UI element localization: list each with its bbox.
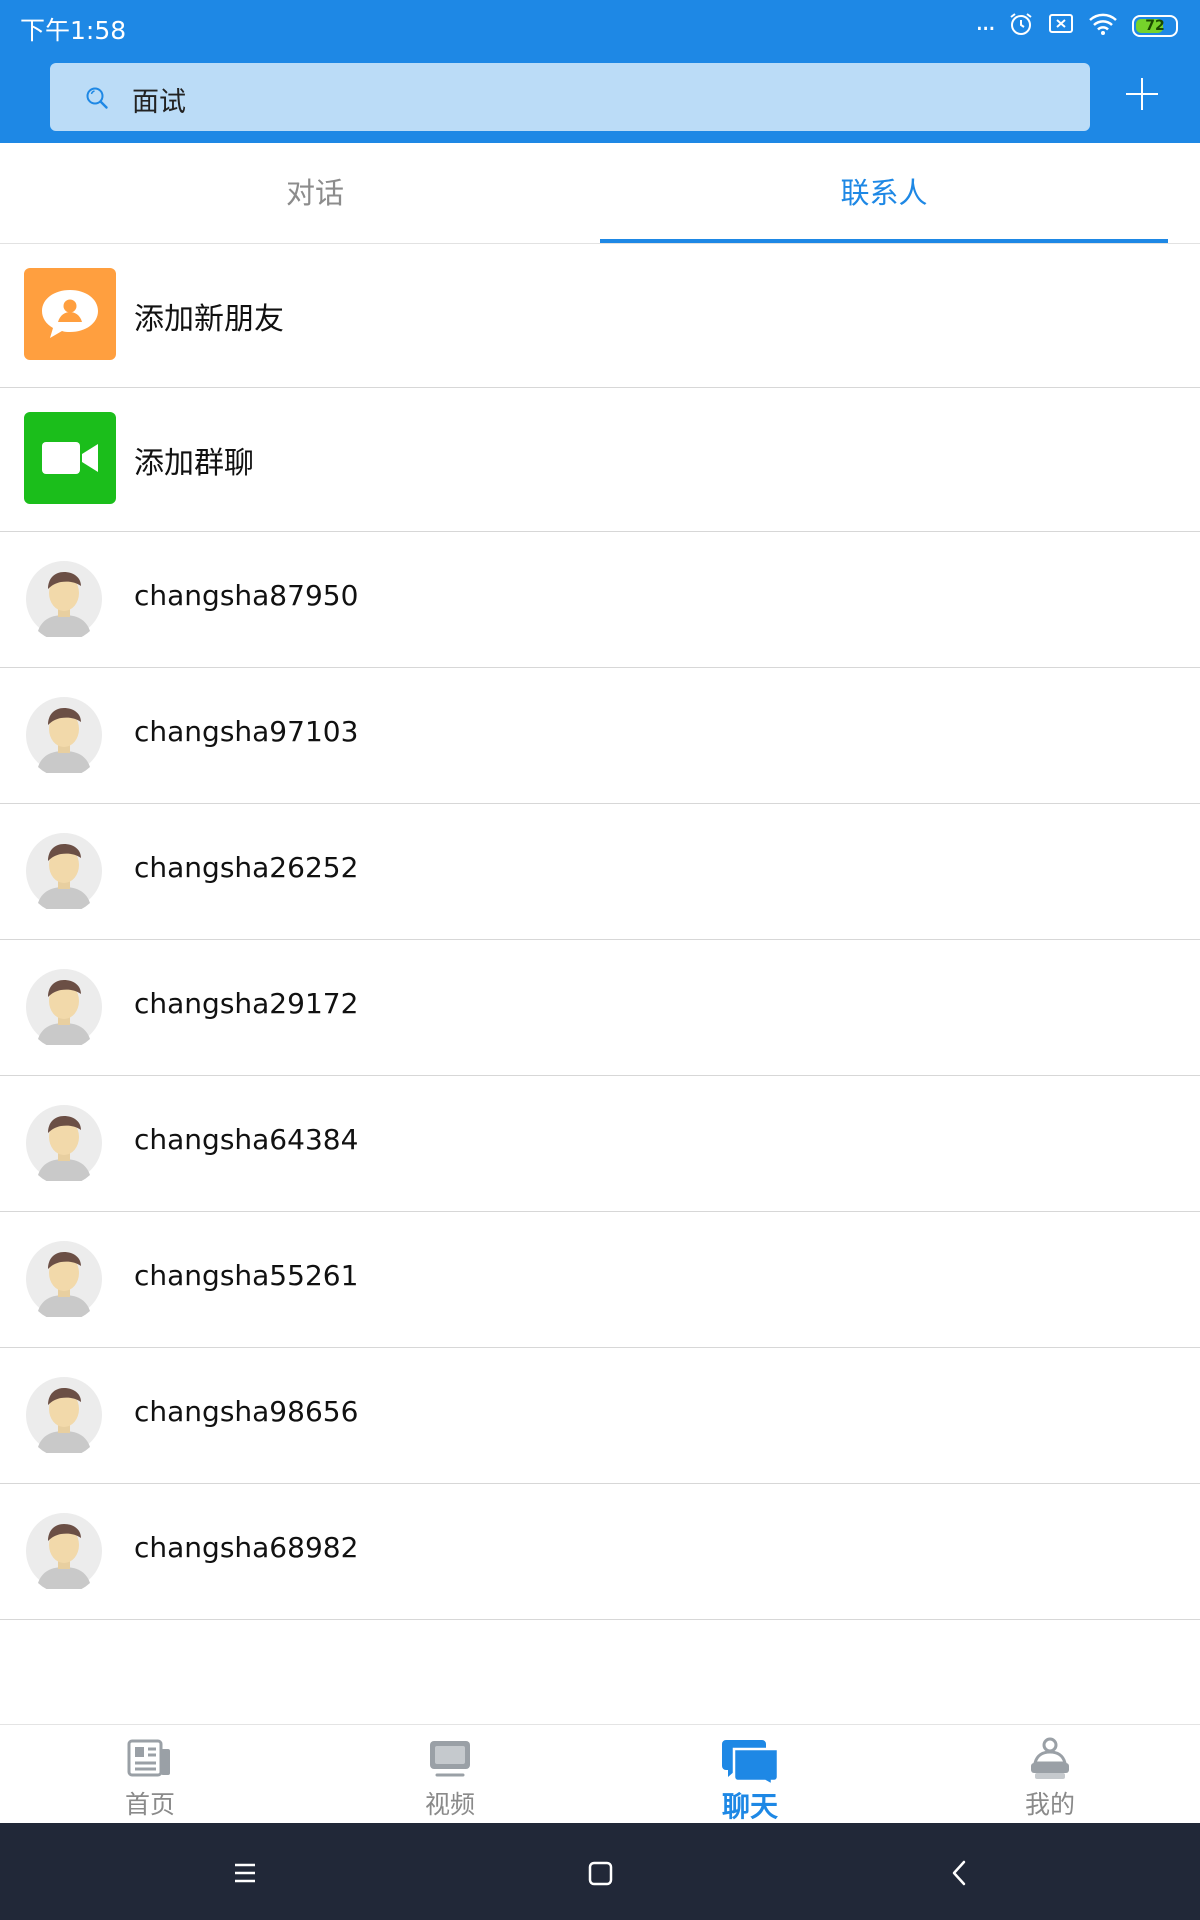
- app-header: 下午1:58 ... 72 面试: [0, 0, 1200, 143]
- battery-icon: 72: [1132, 15, 1178, 37]
- nav-home[interactable]: 首页: [0, 1725, 300, 1824]
- video-screen-icon: [300, 1737, 600, 1783]
- profile-icon: [900, 1737, 1200, 1783]
- add-group-chat-row[interactable]: 添加群聊: [0, 388, 1200, 532]
- contact-rows: changsha87950 changsha97103 changsha26252 c…: [0, 532, 1200, 1620]
- video-camera-icon: [24, 412, 116, 504]
- contact-row[interactable]: changsha29172: [0, 940, 1200, 1076]
- search-icon: [84, 85, 110, 115]
- nav-chat[interactable]: 聊天: [600, 1725, 900, 1824]
- search-input[interactable]: 面试: [132, 80, 186, 119]
- status-icons: ... 72: [975, 7, 1178, 41]
- avatar: [26, 1513, 102, 1594]
- back-icon[interactable]: [940, 1853, 980, 1893]
- nav-profile[interactable]: 我的: [900, 1725, 1200, 1824]
- add-group-chat-label: 添加群聊: [134, 446, 254, 481]
- avatar: [26, 969, 102, 1050]
- contact-name: changsha98656: [134, 1395, 359, 1428]
- status-time: 下午1:58: [20, 16, 127, 45]
- contact-name: changsha64384: [134, 1123, 359, 1156]
- tab-active-indicator: [600, 239, 1168, 243]
- contact-name: changsha68982: [134, 1531, 359, 1564]
- status-bar: 下午1:58 ... 72: [0, 0, 1200, 52]
- plus-icon[interactable]: [1126, 78, 1158, 110]
- avatar: [26, 1377, 102, 1458]
- contact-name: changsha55261: [134, 1259, 359, 1292]
- nav-home-label: 首页: [124, 1790, 175, 1819]
- avatar: [26, 1105, 102, 1186]
- more-notifications-icon: ...: [975, 7, 996, 37]
- nav-profile-label: 我的: [1024, 1790, 1075, 1819]
- add-friend-row[interactable]: 添加新朋友: [0, 244, 1200, 388]
- contact-name: changsha26252: [134, 851, 359, 884]
- contact-row[interactable]: changsha98656: [0, 1348, 1200, 1484]
- contact-row[interactable]: changsha64384: [0, 1076, 1200, 1212]
- nav-video[interactable]: 视频: [300, 1725, 600, 1824]
- avatar: [26, 1241, 102, 1322]
- avatar: [26, 697, 102, 778]
- contact-list: 添加新朋友 添加群聊 changsha87950 changsha97103 cha…: [0, 244, 1200, 1620]
- alarm-icon: [1008, 11, 1034, 41]
- add-friend-icon: [24, 268, 116, 360]
- nav-chat-label: 聊天: [721, 1790, 778, 1823]
- nav-video-label: 视频: [424, 1790, 475, 1819]
- search-bar[interactable]: 面试: [50, 63, 1090, 131]
- battery-level: 72: [1145, 18, 1165, 34]
- sim-off-icon: [1048, 12, 1074, 40]
- avatar: [26, 561, 102, 642]
- tab-conversations[interactable]: 对话: [0, 143, 630, 243]
- contact-row[interactable]: changsha68982: [0, 1484, 1200, 1620]
- chat-bubble-icon: [600, 1737, 900, 1785]
- tab-bar: 对话 联系人: [0, 143, 1200, 244]
- avatar: [26, 833, 102, 914]
- bottom-nav: 首页 视频 聊天 我的: [0, 1724, 1200, 1824]
- wifi-icon: [1088, 12, 1118, 40]
- add-friend-label: 添加新朋友: [134, 302, 284, 337]
- contact-name: changsha87950: [134, 579, 359, 612]
- home-newspaper-icon: [0, 1737, 300, 1783]
- system-nav-bar: [0, 1823, 1200, 1920]
- contact-row[interactable]: changsha97103: [0, 668, 1200, 804]
- contact-row[interactable]: changsha26252: [0, 804, 1200, 940]
- home-square-icon[interactable]: [580, 1853, 620, 1893]
- contact-name: changsha29172: [134, 987, 359, 1020]
- contact-name: changsha97103: [134, 715, 359, 748]
- tab-contacts[interactable]: 联系人: [600, 143, 1168, 243]
- contact-row[interactable]: changsha87950: [0, 532, 1200, 668]
- contact-row[interactable]: changsha55261: [0, 1212, 1200, 1348]
- menu-icon[interactable]: [225, 1853, 265, 1893]
